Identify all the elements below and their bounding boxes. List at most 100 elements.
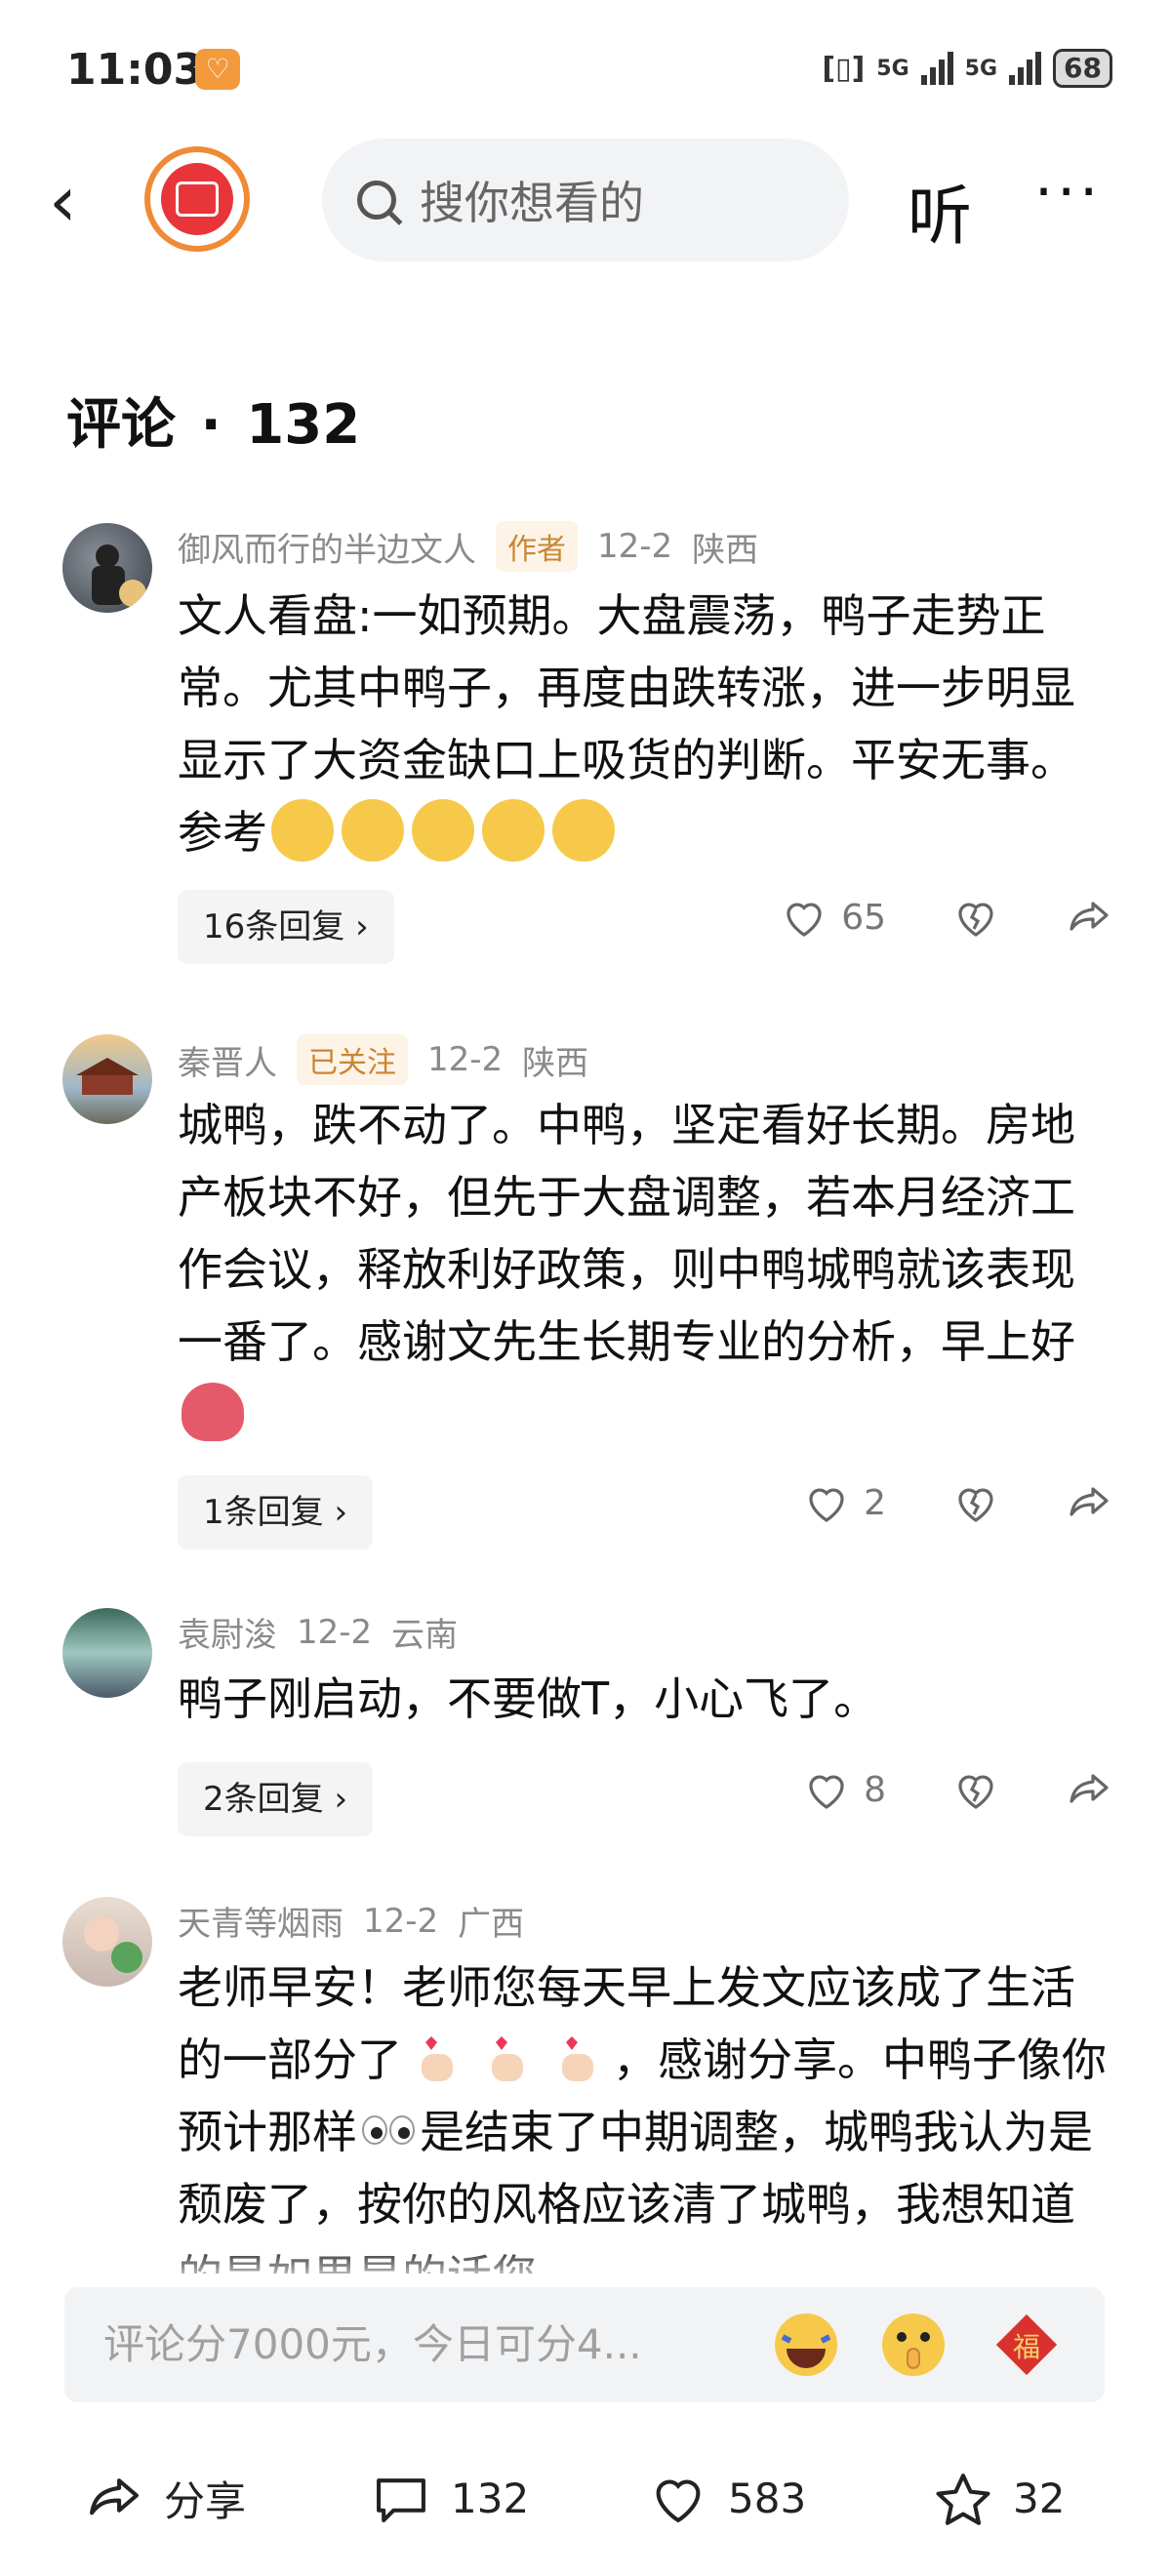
battery-icon: 68 (1053, 49, 1112, 88)
smile-emoji-icon (552, 798, 615, 862)
search-bar[interactable]: 搜你想看的 (322, 139, 849, 262)
replies-count: 1条回复 (203, 1493, 324, 1532)
heart-outline-icon (809, 1488, 844, 1522)
heart-outline-icon (809, 1775, 844, 1809)
like-button[interactable]: 65 (781, 896, 886, 939)
comments-count: 132 (246, 393, 361, 457)
scroll-fade (0, 2244, 1171, 2287)
like-count: 2 (864, 1482, 886, 1523)
vibrate-icon: [▯] (822, 51, 866, 86)
comment-location: 陕西 (522, 1043, 589, 1083)
comment-date: 12-2 (363, 1901, 439, 1941)
favorites-total: 32 (1013, 2474, 1066, 2522)
more-icon[interactable]: ··· (1034, 158, 1102, 226)
chevron-right-icon: › (334, 1493, 348, 1532)
finger-heart-emoji-icon (422, 2035, 453, 2081)
share-button[interactable]: 分享 (84, 2439, 246, 2556)
star-icon (936, 2474, 990, 2525)
likes-total: 583 (728, 2474, 807, 2522)
comment-username[interactable]: 御风而行的半边文人 (178, 523, 476, 571)
fortune-emoji-icon[interactable]: 福 (991, 2310, 1062, 2380)
view-replies-button[interactable]: 16条回复 › (178, 890, 394, 964)
status-bar: 11:03 ♡ [▯] 5G 5G 68 (0, 0, 1171, 146)
search-icon (357, 181, 396, 220)
dislike-button[interactable] (952, 1481, 999, 1524)
listen-button[interactable]: 听 (908, 164, 972, 258)
shush-emoji-icon[interactable] (878, 2310, 949, 2380)
smile-emoji-icon (342, 798, 404, 862)
heart-outline-icon (656, 2479, 701, 2523)
back-icon[interactable]: ‹ (49, 166, 77, 236)
comments-heading-separator: · (200, 393, 222, 457)
comment-input-placeholder: 评论分7000元，今日可分4... (103, 2320, 642, 2368)
share-icon (1070, 1487, 1109, 1516)
comment-location: 广西 (458, 1905, 525, 1944)
avatar[interactable] (62, 1897, 152, 1987)
search-placeholder: 搜你想看的 (420, 177, 644, 229)
comment-location: 云南 (391, 1616, 459, 1655)
signal-icon-1 (920, 52, 953, 85)
svg-text:福: 福 (1013, 2331, 1040, 2363)
comment-body: 鸭子刚启动，不要做T，小心飞了。 (178, 1672, 879, 1725)
heart-outline-icon (787, 903, 822, 937)
comment-item: 天青等烟雨 12-2 广西 老师早安！老师您每天早上发文应该成了生活的一部分了，… (0, 1897, 1171, 2274)
comment-username[interactable]: 袁尉浚 (178, 1608, 277, 1656)
comment-icon (377, 2478, 425, 2522)
comment-text: 文人看盘:一如预期。大盘震荡，鸭子走势正常。尤其中鸭子，再度由跌转涨，进一步明显… (178, 580, 1114, 868)
app-notification-icon: ♡ (195, 49, 240, 90)
comment-username[interactable]: 秦晋人 (178, 1036, 277, 1084)
chevron-right-icon: › (355, 907, 369, 946)
favorite-button[interactable]: 32 (933, 2439, 1065, 2556)
like-button[interactable]: 8 (803, 1768, 886, 1811)
comments-total: 132 (451, 2474, 530, 2522)
view-replies-button[interactable]: 2条回复 › (178, 1762, 374, 1836)
smile-emoji-icon (482, 798, 545, 862)
top-bar: ‹ 搜你想看的 听 ··· (0, 137, 1171, 273)
system-icons: [▯] 5G 5G 68 (822, 49, 1112, 88)
broken-heart-icon (958, 903, 993, 937)
share-icon (1070, 902, 1109, 931)
share-comment-button[interactable] (1066, 1768, 1112, 1811)
finger-heart-emoji-icon (492, 2035, 523, 2081)
status-time: 11:03 (66, 45, 204, 95)
smile-emoji-icon (412, 798, 474, 862)
share-icon (90, 2478, 139, 2516)
bottom-bar: 分享 132 583 32 (0, 2439, 1171, 2556)
dislike-button[interactable] (952, 1768, 999, 1811)
comments-heading: 评论 · 132 (66, 381, 360, 460)
comment-date: 12-2 (427, 1040, 504, 1079)
share-comment-button[interactable] (1066, 896, 1112, 939)
comment-text: 鸭子刚启动，不要做T，小心飞了。 (178, 1663, 1114, 1735)
like-article-button[interactable]: 583 (648, 2439, 806, 2556)
comment-input[interactable]: 评论分7000元，今日可分4... 福 (64, 2287, 1105, 2402)
broken-heart-icon (958, 1488, 993, 1522)
like-count: 8 (864, 1769, 886, 1810)
rose-emoji-icon (182, 1382, 244, 1441)
broken-heart-icon (958, 1775, 993, 1809)
share-icon (1070, 1774, 1109, 1803)
author-badge: 作者 (496, 521, 578, 572)
avatar[interactable] (62, 1608, 152, 1698)
like-button[interactable]: 2 (803, 1481, 886, 1524)
avatar[interactable] (62, 1034, 152, 1124)
app-logo[interactable] (144, 146, 250, 252)
avatar[interactable] (62, 523, 152, 613)
comment-location: 陕西 (692, 530, 759, 570)
net-label-1: 5G (876, 56, 909, 81)
smile-emoji-icon (271, 798, 334, 862)
comment-date: 12-2 (597, 527, 673, 566)
signal-icon-2 (1009, 52, 1042, 85)
share-label: 分享 (164, 2476, 247, 2525)
laughing-emoji-icon[interactable] (771, 2310, 841, 2380)
dislike-button[interactable] (952, 896, 999, 939)
view-replies-button[interactable]: 1条回复 › (178, 1475, 374, 1550)
comments-button[interactable]: 132 (371, 2439, 529, 2556)
chevron-right-icon: › (334, 1780, 348, 1819)
replies-count: 2条回复 (203, 1780, 324, 1819)
comment-body: 城鸭，跌不动了。中鸭，坚定看好长期。房地产板块不好，但先于大盘调整，若本月经济工… (178, 1099, 1075, 1368)
comment-username[interactable]: 天青等烟雨 (178, 1897, 343, 1945)
comment-text: 老师早安！老师您每天早上发文应该成了生活的一部分了 ，感谢分享。中鸭子像你预计那样… (178, 1952, 1114, 2274)
share-comment-button[interactable] (1066, 1481, 1112, 1524)
comment-date: 12-2 (297, 1612, 373, 1652)
replies-count: 16条回复 (203, 907, 345, 946)
